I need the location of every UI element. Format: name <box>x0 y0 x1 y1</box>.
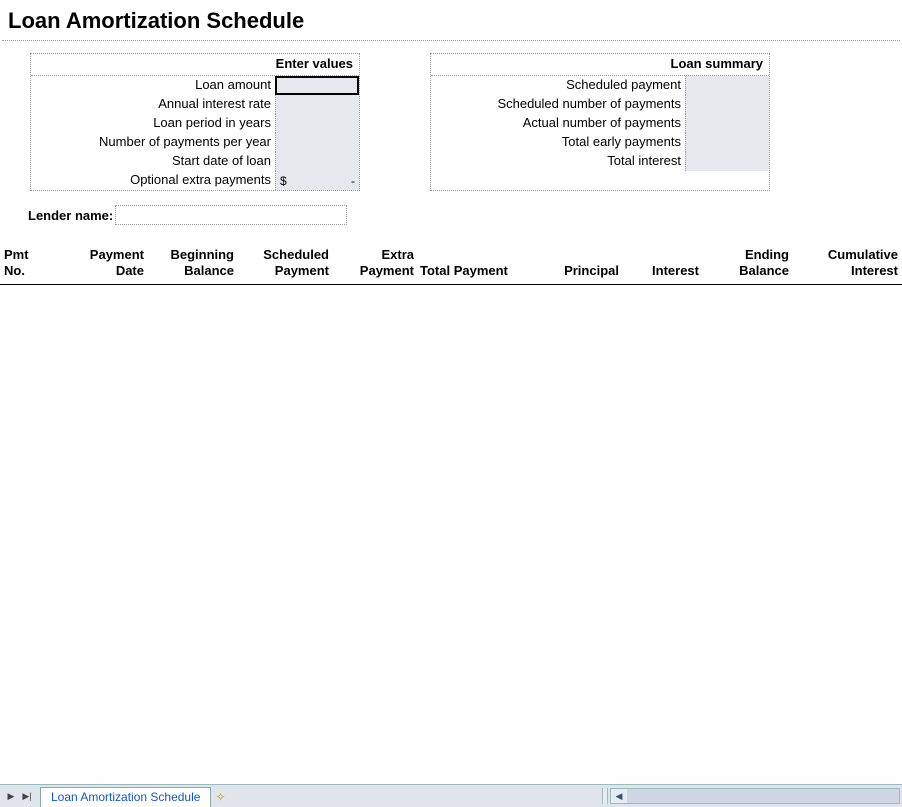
sheet-tab-active[interactable]: Loan Amortization Schedule <box>40 787 211 807</box>
horizontal-scrollbar[interactable]: ◀ <box>610 788 900 804</box>
th-scheduled-payment: Scheduled Payment <box>234 247 329 280</box>
row-extra-payments: Optional extra payments $ - <box>31 171 359 190</box>
row-scheduled-num: Scheduled number of payments <box>431 95 769 114</box>
currency-symbol: $ <box>280 174 287 188</box>
extra-payments-value: - <box>351 174 355 188</box>
label-extra-payments: Optional extra payments <box>31 171 275 190</box>
label-annual-rate: Annual interest rate <box>31 95 275 114</box>
enter-values-header: Enter values <box>31 54 359 76</box>
label-scheduled-num: Scheduled number of payments <box>431 95 685 114</box>
loan-summary-panel: Loan summary Scheduled payment Scheduled… <box>430 53 770 191</box>
input-loan-amount[interactable] <box>275 76 359 95</box>
nav-last-icon[interactable]: ▶| <box>20 789 34 803</box>
enter-values-panel: Enter values Loan amount Annual interest… <box>30 53 360 191</box>
output-actual-num <box>685 114 769 133</box>
output-scheduled-num <box>685 95 769 114</box>
label-start-date: Start date of loan <box>31 152 275 171</box>
label-scheduled-payment: Scheduled payment <box>431 76 685 95</box>
label-total-interest: Total interest <box>431 152 685 171</box>
input-extra-payments[interactable]: $ - <box>275 171 359 190</box>
th-extra-payment: Extra Payment <box>329 247 414 280</box>
loan-summary-header: Loan summary <box>431 54 769 76</box>
title-divider <box>2 40 900 41</box>
row-num-payments: Number of payments per year <box>31 133 359 152</box>
th-pmt-no: Pmt No. <box>4 247 44 280</box>
th-beginning-balance: Beginning Balance <box>144 247 234 280</box>
label-loan-period: Loan period in years <box>31 114 275 133</box>
label-loan-amount: Loan amount <box>31 76 275 95</box>
row-loan-amount: Loan amount <box>31 76 359 95</box>
new-sheet-icon[interactable]: ✧ <box>215 790 225 804</box>
scroll-left-icon[interactable]: ◀ <box>611 789 627 803</box>
th-total-payment: Total Payment <box>414 263 519 279</box>
row-total-interest: Total interest <box>431 152 769 171</box>
row-annual-rate: Annual interest rate <box>31 95 359 114</box>
row-loan-period: Loan period in years <box>31 114 359 133</box>
output-total-interest <box>685 152 769 171</box>
th-ending-balance: Ending Balance <box>699 247 789 280</box>
nav-first-icon[interactable]: ▶ <box>4 789 18 803</box>
row-total-early: Total early payments <box>431 133 769 152</box>
lender-label: Lender name: <box>28 208 115 223</box>
lender-row: Lender name: <box>28 205 902 225</box>
sheet-tab-bar: ▶ ▶| Loan Amortization Schedule ✧ ◀ <box>0 784 902 807</box>
label-num-payments: Number of payments per year <box>31 133 275 152</box>
label-actual-num: Actual number of payments <box>431 114 685 133</box>
th-interest: Interest <box>619 263 699 279</box>
page-title: Loan Amortization Schedule <box>0 0 902 40</box>
input-loan-period[interactable] <box>275 114 359 133</box>
input-annual-rate[interactable] <box>275 95 359 114</box>
th-payment-date: Payment Date <box>44 247 144 280</box>
label-total-early: Total early payments <box>431 133 685 152</box>
th-cumulative-interest: Cumulative Interest <box>789 247 898 280</box>
hscroll-area: ◀ <box>226 788 902 804</box>
input-start-date[interactable] <box>275 152 359 171</box>
amortization-table-header: Pmt No. Payment Date Beginning Balance S… <box>0 247 902 285</box>
output-scheduled-payment <box>685 76 769 95</box>
input-num-payments[interactable] <box>275 133 359 152</box>
splitter-handle[interactable] <box>602 788 608 804</box>
th-principal: Principal <box>519 263 619 279</box>
row-start-date: Start date of loan <box>31 152 359 171</box>
input-panels: Enter values Loan amount Annual interest… <box>0 53 902 191</box>
sheet-nav-buttons: ▶ ▶| <box>0 789 38 803</box>
row-actual-num: Actual number of payments <box>431 114 769 133</box>
lender-input[interactable] <box>115 205 347 225</box>
row-scheduled-payment: Scheduled payment <box>431 76 769 95</box>
output-total-early <box>685 133 769 152</box>
